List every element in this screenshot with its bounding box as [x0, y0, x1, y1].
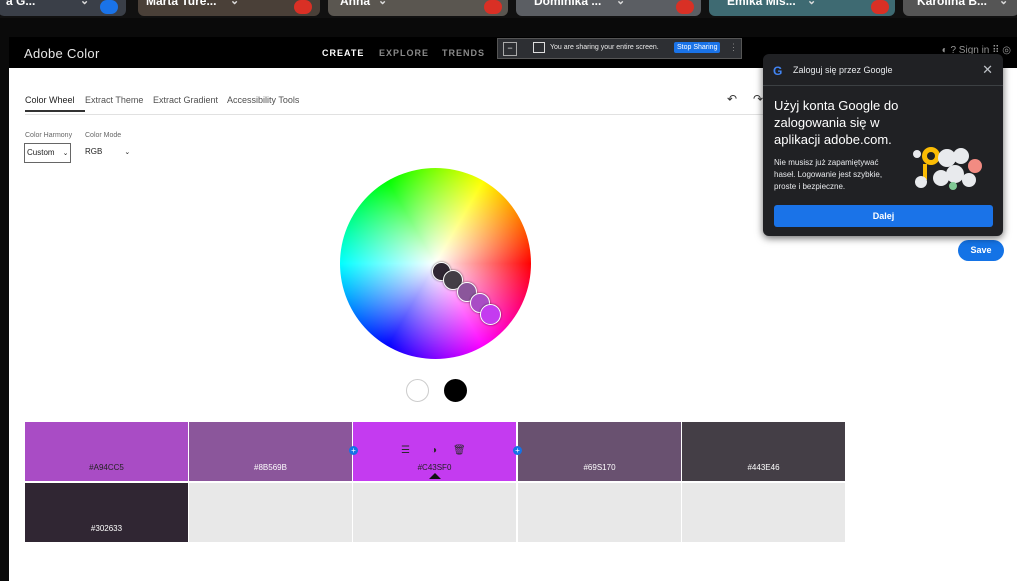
participant-tile[interactable]: Karolina B... ⌄	[903, 0, 1017, 16]
participant-tile[interactable]: Emika Mis... ⌄	[709, 0, 895, 16]
participant-tile[interactable]: a G... ⌄	[0, 0, 126, 16]
color-mode-value: RGB	[85, 147, 103, 156]
chevron-down-icon: ⌄	[124, 149, 131, 156]
color-harmony-value: Custom	[27, 148, 55, 157]
color-harmony-select[interactable]: Custom ⌄	[24, 143, 72, 163]
empty-swatch-slot	[682, 483, 845, 542]
tab-extract-gradient[interactable]: Extract Gradient	[153, 95, 218, 105]
trash-icon[interactable]: 🗑	[453, 445, 466, 456]
google-signin-panel: G Zaloguj się przez Google ✕ Użyj konta …	[763, 54, 1003, 236]
google-logo-icon: G	[773, 64, 783, 78]
selected-swatch-pointer	[429, 473, 441, 479]
swatch-hex[interactable]: #443E46	[682, 463, 845, 472]
chevron-down-icon[interactable]: ⌄	[230, 0, 239, 7]
swatch-hex[interactable]: #A94CC5	[25, 463, 188, 472]
empty-swatch-slot	[353, 483, 516, 542]
swatch-hex[interactable]: #302633	[25, 524, 188, 533]
participant-tile[interactable]: Dominika ... ⌄	[516, 0, 701, 16]
participant-name: a G...	[6, 0, 36, 8]
google-panel-title: Użyj konta Google do zalogowania się w a…	[774, 98, 899, 147]
nav-create[interactable]: CREATE	[322, 48, 364, 58]
google-panel-body: Nie musisz już zapamiętywać haseł. Logow…	[774, 158, 883, 191]
undo-icon[interactable]: ↶	[727, 92, 737, 106]
tab-extract-theme[interactable]: Extract Theme	[85, 95, 143, 105]
chevron-down-icon: ⌄	[62, 150, 69, 157]
nav-explore[interactable]: EXPLORE	[379, 48, 429, 58]
chevron-down-icon[interactable]: ⌄	[378, 0, 387, 7]
white-swatch[interactable]	[406, 379, 429, 402]
mic-icon	[100, 0, 118, 14]
palette-swatch[interactable]: #A94CC5	[25, 422, 188, 481]
participant-name: Dominika ...	[534, 0, 602, 8]
screen-icon	[533, 42, 545, 53]
swatch-hex[interactable]: #C43SF0	[353, 463, 516, 472]
tab-color-wheel[interactable]: Color Wheel	[25, 95, 75, 105]
participant-name: Marta Ture...	[146, 0, 217, 8]
color-harmony-label: Color Harmony	[25, 132, 73, 139]
palette-swatch[interactable]: #8B569B	[189, 422, 352, 481]
tabs-divider	[25, 114, 785, 115]
tab-accessibility-tools[interactable]: Accessibility Tools	[227, 95, 299, 105]
empty-swatch-slot	[189, 483, 352, 542]
contrast-icon[interactable]: ◑	[431, 445, 437, 456]
screen-share-bar: − You are sharing your entire screen. St…	[497, 38, 742, 59]
chevron-down-icon[interactable]: ⌄	[80, 0, 89, 7]
chevron-down-icon[interactable]: ⌄	[807, 0, 816, 7]
redo-icon[interactable]: ↷	[753, 92, 763, 106]
continue-button[interactable]: Dalej	[774, 205, 993, 227]
chevron-down-icon[interactable]: ⌄	[616, 0, 625, 7]
drag-handle-icon[interactable]: ⋮	[729, 42, 738, 53]
share-message: You are sharing your entire screen.	[550, 44, 659, 51]
chevron-down-icon[interactable]: ⌄	[999, 0, 1008, 7]
empty-swatch-slot	[518, 483, 681, 542]
google-panel-header-text: Zaloguj się przez Google	[793, 65, 893, 75]
color-mode-select[interactable]: RGB ⌄	[85, 143, 130, 161]
stop-sharing-button[interactable]: Stop Sharing	[674, 42, 721, 53]
add-color-left-button[interactable]: +	[349, 446, 358, 455]
google-panel-header: G Zaloguj się przez Google ✕	[763, 54, 1003, 86]
mic-muted-icon	[871, 0, 889, 14]
swatch-hex[interactable]: #69S170	[518, 463, 681, 472]
adobe-logo-icon: ◎	[1002, 45, 1011, 56]
color-mode-label: Color Mode	[85, 132, 122, 139]
participant-tile[interactable]: Marta Ture... ⌄	[138, 0, 320, 16]
save-button[interactable]: Save	[958, 240, 1004, 261]
mic-muted-icon	[484, 0, 502, 14]
active-tab-indicator	[25, 110, 85, 112]
close-icon[interactable]: ✕	[982, 62, 993, 78]
adjust-sliders-icon[interactable]: ☰	[401, 445, 410, 456]
palette-swatch[interactable]: #443E46	[682, 422, 845, 481]
minimize-icon[interactable]: −	[503, 42, 517, 56]
mic-muted-icon	[294, 0, 312, 14]
swatch-hex[interactable]: #8B569B	[189, 463, 352, 472]
palette-swatch[interactable]: #69S170	[518, 422, 681, 481]
mic-muted-icon	[676, 0, 694, 14]
brand-logo[interactable]: Adobe Color	[24, 46, 100, 61]
participant-name: Karolina B...	[917, 0, 988, 8]
participant-name: Anna	[340, 0, 370, 8]
passkey-illustration-icon	[913, 147, 982, 190]
wheel-handle-active[interactable]	[480, 304, 501, 325]
add-color-right-button[interactable]: +	[513, 446, 522, 455]
participant-name: Emika Mis...	[727, 0, 796, 8]
meeting-participants-bar: a G... ⌄ Marta Ture... ⌄ Anna ⌄ Dominika…	[0, 0, 1017, 18]
black-swatch[interactable]	[444, 379, 467, 402]
participant-tile[interactable]: Anna ⌄	[328, 0, 508, 16]
palette-swatch[interactable]: #302633	[25, 483, 188, 542]
nav-trends[interactable]: TRENDS	[442, 48, 485, 58]
